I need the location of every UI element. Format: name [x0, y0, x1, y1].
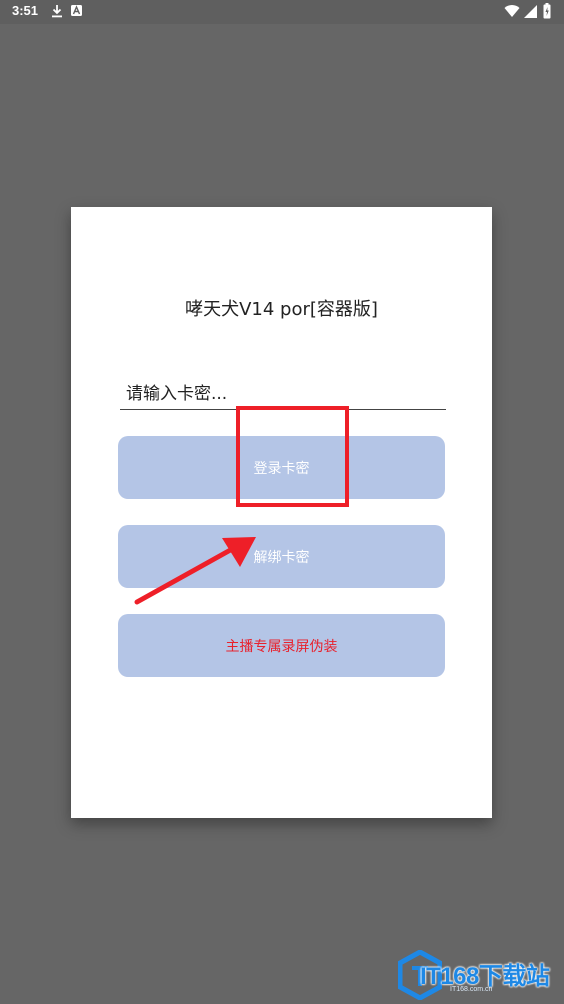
download-icon — [52, 5, 62, 18]
screen-record-disguise-button[interactable]: 主播专属录屏伪装 — [118, 614, 445, 677]
dialog-title: 哮天犬V14 por[容器版] — [185, 299, 378, 320]
annotation-arrow-icon — [134, 537, 256, 605]
annotation-highlight-box — [236, 406, 349, 507]
status-time: 3:51 — [12, 3, 39, 18]
battery-icon — [543, 3, 551, 19]
wifi-icon — [504, 5, 520, 17]
watermark: IT168下载站 IT168.com.cn — [394, 946, 564, 1004]
accessibility-a-icon — [71, 5, 82, 16]
watermark-sub: IT168.com.cn — [450, 986, 493, 993]
status-bar: 3:51 — [0, 0, 564, 24]
signal-icon — [524, 5, 537, 18]
login-dialog: 哮天犬V14 por[容器版] 登录卡密 解绑卡密 主播专属录屏伪装 — [71, 207, 492, 818]
